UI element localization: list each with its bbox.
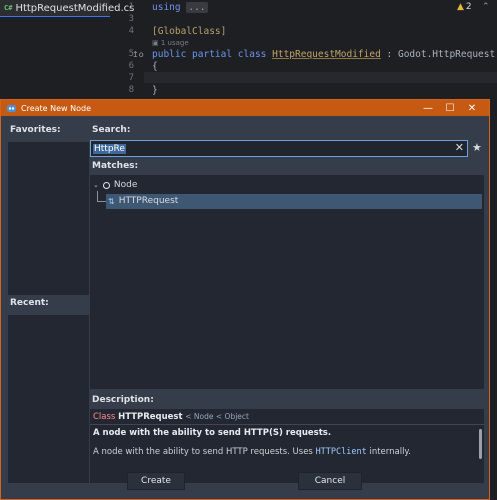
code-line-using[interactable]: using ... xyxy=(152,2,208,13)
create-new-node-dialog: Create New Node — ☐ ✕ Favorites: Recent:… xyxy=(0,99,490,500)
recent-list[interactable] xyxy=(8,315,89,483)
favorites-list[interactable] xyxy=(8,142,89,295)
editor-tab[interactable]: C# HttpRequestModified.cs xyxy=(0,0,134,17)
cancel-button[interactable]: Cancel xyxy=(298,472,362,490)
fold-marker[interactable]: ... xyxy=(186,2,208,13)
csharp-file-icon: C# xyxy=(4,4,13,12)
tree-item-label: HTTPRequest xyxy=(118,196,179,206)
inheritance-chain[interactable]: < Node < Object xyxy=(185,412,249,421)
http-request-icon: ⇅ xyxy=(108,196,115,206)
current-line-highlight xyxy=(144,72,497,83)
line-number: 8 xyxy=(128,85,134,95)
favorite-star-icon[interactable]: ★ xyxy=(472,141,482,154)
dialog-titlebar[interactable]: Create New Node — ☐ ✕ xyxy=(1,100,489,116)
code-line-class-declaration[interactable]: public partial class HttpRequestModified… xyxy=(152,49,495,60)
line-number: 7 xyxy=(128,73,134,83)
class-link[interactable]: HTTPRequest xyxy=(118,412,182,422)
dialog-title: Create New Node xyxy=(21,103,91,113)
line-number: 6 xyxy=(128,61,134,71)
matches-label: Matches: xyxy=(92,161,139,171)
close-button[interactable]: ✕ xyxy=(461,100,483,116)
maximize-button[interactable]: ☐ xyxy=(439,100,461,116)
warning-icon: ▲ xyxy=(457,2,464,12)
code-line-open-brace[interactable]: { xyxy=(152,61,158,72)
implementation-gutter-icon[interactable]: ↥o xyxy=(132,50,144,59)
node-icon xyxy=(102,181,110,189)
class-signature: Class HTTPRequest < Node < Object xyxy=(93,412,249,422)
clear-search-icon[interactable]: ✕ xyxy=(455,141,464,154)
create-button[interactable]: Create xyxy=(127,472,185,490)
line-number: 4 xyxy=(128,26,134,36)
description-detail: A node with the ability to send HTTP req… xyxy=(93,447,411,457)
minimize-button[interactable]: — xyxy=(417,100,439,116)
recent-label: Recent: xyxy=(10,298,49,308)
godot-app-icon xyxy=(5,102,17,114)
chevron-up-icon[interactable]: ⌃ xyxy=(482,2,490,12)
search-label: Search: xyxy=(92,125,131,135)
line-number: 3 xyxy=(128,14,134,24)
tree-item-node[interactable]: ⌄ Node xyxy=(93,180,137,190)
description-label: Description: xyxy=(92,395,154,405)
chevron-down-icon[interactable]: ⌄ xyxy=(93,181,99,189)
search-value: HttpRe xyxy=(93,143,126,154)
divider xyxy=(90,424,484,425)
line-number: 1 xyxy=(128,2,134,12)
usage-hint[interactable]: ▣ 1 usage xyxy=(152,39,189,47)
tree-item-label: Node xyxy=(113,180,138,190)
tab-label: HttpRequestModified.cs xyxy=(15,2,135,14)
matches-tree[interactable]: ⌄ Node ⇅ HTTPRequest xyxy=(90,175,484,389)
warnings-indicator[interactable]: ▲ 2 xyxy=(457,2,472,12)
httpclient-link[interactable]: HTTPClient xyxy=(316,447,367,457)
description-scrollbar[interactable] xyxy=(479,429,482,459)
tree-connector xyxy=(97,191,106,202)
favorites-label: Favorites: xyxy=(10,125,61,135)
code-line-close-brace[interactable]: } xyxy=(152,85,158,96)
tree-item-httprequest[interactable]: ⇅ HTTPRequest xyxy=(106,194,482,209)
description-summary: A node with the ability to send HTTP(S) … xyxy=(93,428,332,438)
search-input[interactable]: HttpRe ✕ xyxy=(90,140,468,157)
code-line-attribute[interactable]: [GlobalClass] xyxy=(152,26,226,37)
